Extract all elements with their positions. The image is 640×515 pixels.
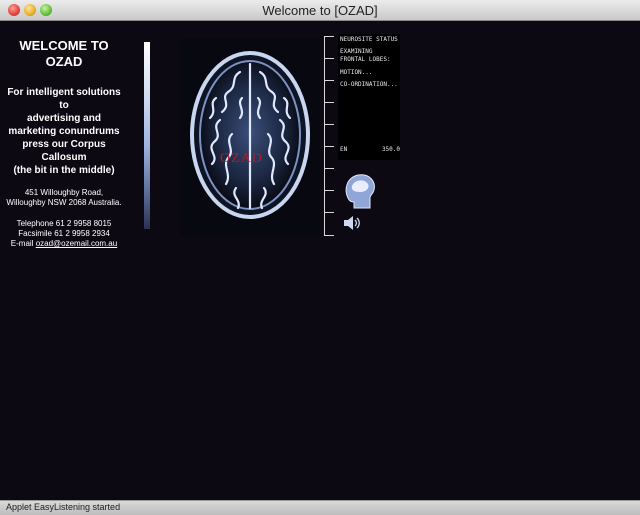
level-gradient-bar: [144, 42, 150, 229]
head-scan-icon[interactable]: [340, 170, 380, 210]
address: 451 Willoughby Road, Willoughby NSW 2068…: [4, 188, 124, 208]
status-examining: EXAMINING: [340, 48, 373, 55]
status-en-value: 350.0: [381, 146, 400, 153]
welcome-line-1: WELCOME TO: [19, 38, 109, 53]
ruler-tick: [324, 102, 334, 103]
tagline-line: (the bit in the middle): [13, 165, 115, 176]
status-frontal: FRONTAL LOBES:: [340, 56, 391, 63]
brain-ozad-label: OZAD: [220, 151, 263, 166]
welcome-line-2: OZAD: [45, 54, 83, 69]
tagline-line: marketing conundrums: [8, 126, 120, 137]
ruler-tick: [324, 58, 334, 59]
head-scan-graphic: [340, 170, 380, 210]
tagline-line: press our Corpus: [22, 139, 106, 150]
window-title: Welcome to [OZAD]: [262, 3, 378, 18]
contact-panel: WELCOME TO OZAD For intelligent solution…: [4, 38, 124, 249]
contact-numbers: Telephone 61 2 9958 8015 Facsimile 61 2 …: [4, 219, 124, 249]
ruler-tick: [324, 146, 334, 147]
status-motion: MOTION...: [340, 69, 373, 76]
window-titlebar: Welcome to [OZAD]: [0, 0, 640, 21]
email-row: E-mail ozad@ozemail.com.au: [4, 239, 124, 249]
status-coordination: CO-ORDINATION...: [340, 81, 398, 88]
email-label: E-mail: [10, 239, 36, 248]
tagline-line: For intelligent solutions to: [7, 87, 121, 111]
telephone: Telephone 61 2 9958 8015: [16, 219, 112, 228]
welcome-heading: WELCOME TO OZAD: [4, 38, 124, 70]
address-line: 451 Willoughby Road,: [24, 188, 104, 197]
ruler-tick: [324, 80, 334, 81]
status-title: NEUROSITE STATUS: [340, 36, 398, 43]
status-message: Applet EasyListening started: [6, 502, 121, 512]
tagline-line: Callosum: [41, 152, 87, 163]
ruler-spine: [324, 36, 325, 236]
brain-scan-image[interactable]: [180, 38, 320, 236]
facsimile: Facsimile 61 2 9958 2934: [18, 229, 110, 238]
speaker-graphic: [340, 212, 362, 234]
tagline: For intelligent solutions to advertising…: [4, 86, 124, 177]
applet-status-bar: Applet EasyListening started: [0, 500, 640, 515]
speaker-icon[interactable]: [340, 212, 362, 234]
ruler-tick: [324, 124, 334, 125]
ruler-tick: [324, 168, 334, 169]
ruler-tick: [324, 235, 334, 236]
status-en-label: EN: [340, 146, 348, 153]
tagline-line: advertising and: [27, 113, 101, 124]
brain-scan-graphic: [190, 51, 310, 219]
scan-ruler: [321, 36, 335, 236]
address-line: Willoughby NSW 2068 Australia.: [6, 198, 122, 207]
email-link[interactable]: ozad@ozemail.com.au: [36, 239, 118, 248]
ruler-tick: [324, 36, 334, 37]
ruler-tick: [324, 212, 334, 213]
neurosite-status-panel: NEUROSITE STATUS EXAMINING FRONTAL LOBES…: [338, 34, 400, 160]
ruler-tick: [324, 190, 334, 191]
